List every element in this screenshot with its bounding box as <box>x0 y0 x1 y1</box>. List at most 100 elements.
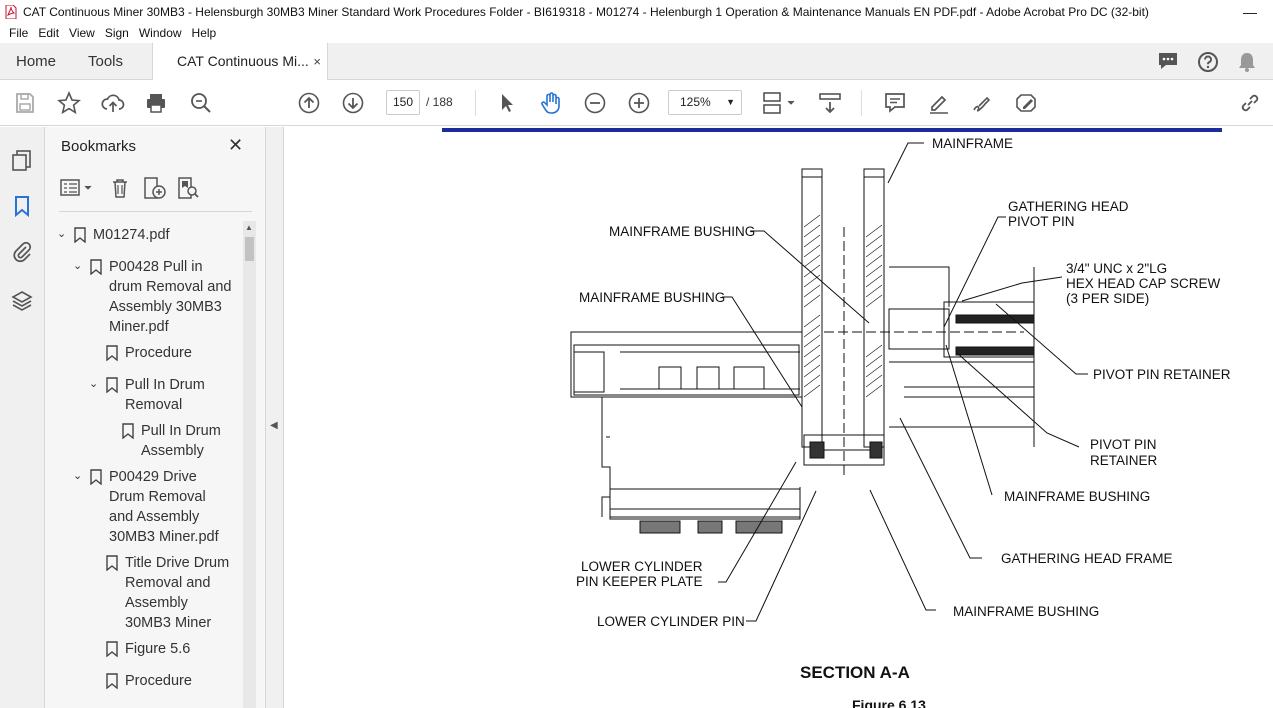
draw-sign-icon[interactable] <box>970 91 994 115</box>
save-icon[interactable] <box>13 91 37 115</box>
label-mainframe-bushing: MAINFRAME BUSHING <box>1004 489 1150 504</box>
upload-cloud-icon[interactable] <box>101 91 125 115</box>
bookmark-label: Procedure <box>125 345 192 361</box>
highlight-pen-icon[interactable] <box>927 91 951 115</box>
label-lower-cylinder-keeper: PIN KEEPER PLATE <box>576 574 703 589</box>
menu-edit[interactable]: Edit <box>33 26 64 40</box>
panel-divider <box>59 211 252 212</box>
page-layout-icon[interactable] <box>762 91 798 115</box>
label-gathering-head-pivot-pin: GATHERING HEAD <box>1008 199 1129 214</box>
left-rail <box>0 127 45 708</box>
print-icon[interactable] <box>144 91 168 115</box>
collapse-arrow-icon[interactable]: ◀ <box>270 420 278 431</box>
label-mainframe-bushing: MAINFRAME BUSHING <box>609 224 755 239</box>
bookmark-label: Title Drive Drum Removal and Assembly 30… <box>125 555 230 631</box>
find-zoom-icon[interactable] <box>189 91 213 115</box>
bookmark-options-icon[interactable] <box>59 177 95 199</box>
window-title: CAT Continuous Miner 30MB3 - Helensburgh… <box>23 4 1149 19</box>
bookmark-icon <box>106 377 118 393</box>
scroll-thumb[interactable] <box>245 237 254 261</box>
star-icon[interactable] <box>57 91 81 115</box>
label-mainframe-bushing: MAINFRAME BUSHING <box>953 604 1099 619</box>
bookmark-icon <box>90 259 102 275</box>
select-pointer-icon[interactable] <box>495 91 519 115</box>
zoom-select[interactable]: 125% ▼ <box>668 90 742 115</box>
close-panel-button[interactable]: ✕ <box>228 135 243 156</box>
bookmark-item[interactable]: ⌄ Pull In Drum Removal <box>89 375 225 415</box>
toolbar: 150 / 188 125% ▼ <box>0 80 1273 126</box>
menu-window[interactable]: Window <box>134 26 187 40</box>
page-total: / 188 <box>426 95 453 109</box>
chevron-down-icon[interactable]: ⌄ <box>73 469 89 482</box>
tab-home[interactable]: Home <box>16 43 56 80</box>
minimize-button[interactable]: — <box>1227 4 1273 20</box>
chevron-down-icon[interactable]: ⌄ <box>73 259 89 272</box>
zoom-in-icon[interactable] <box>627 91 651 115</box>
label-gathering-head-pivot-pin: PIVOT PIN <box>1008 214 1075 229</box>
bookmark-icon <box>90 469 102 485</box>
document-view[interactable]: MAINFRAME GATHERING HEAD PIVOT PIN MAINF… <box>284 127 1273 708</box>
menu-view[interactable]: View <box>64 26 100 40</box>
delete-bookmark-icon[interactable] <box>107 177 133 199</box>
bookmark-item[interactable]: Title Drive Drum Removal and Assembly 30… <box>105 553 231 633</box>
chevron-down-icon[interactable]: ⌄ <box>89 377 105 390</box>
zoom-out-icon[interactable] <box>583 91 607 115</box>
new-bookmark-icon[interactable] <box>141 176 169 200</box>
bookmark-icon <box>106 641 118 657</box>
label-pivot-pin-retainer: PIVOT PIN RETAINER <box>1093 367 1231 382</box>
bookmark-label: Pull In Drum Removal <box>125 377 205 413</box>
notification-bell-icon[interactable] <box>1237 51 1257 73</box>
header-rule <box>442 128 1222 132</box>
label-cap-screw: (3 PER SIDE) <box>1066 291 1149 306</box>
bookmark-item[interactable]: ⌄ M01274.pdf <box>57 225 213 245</box>
callout-labels: MAINFRAME GATHERING HEAD PIVOT PIN MAINF… <box>576 136 1231 708</box>
tab-close-button[interactable]: × <box>313 43 321 80</box>
bookmark-item[interactable]: Procedure <box>105 671 231 691</box>
tab-tools[interactable]: Tools <box>88 43 123 80</box>
bookmark-icon <box>106 345 118 361</box>
comment-icon[interactable] <box>1157 51 1179 71</box>
panel-collapse-handle[interactable]: ◀ <box>266 127 284 708</box>
scroll-mode-icon[interactable] <box>818 91 842 115</box>
toolbar-divider <box>861 90 862 116</box>
hand-tool-icon[interactable] <box>539 91 563 115</box>
page-thumbnails-icon[interactable] <box>10 148 34 172</box>
label-pivot-pin-retainer: RETAINER <box>1090 453 1158 468</box>
bookmark-tree: ⌄ M01274.pdf ⌄ P00428 Pull in drum Remov… <box>45 219 250 708</box>
menu-sign[interactable]: Sign <box>100 26 134 40</box>
layers-icon[interactable] <box>10 289 34 313</box>
share-link-icon[interactable] <box>1238 91 1262 115</box>
tab-document[interactable]: CAT Continuous Mi... × <box>152 43 328 80</box>
add-comment-icon[interactable] <box>883 91 907 115</box>
scroll-up-icon[interactable]: ▲ <box>245 223 253 232</box>
edit-stamp-icon[interactable] <box>1014 91 1038 115</box>
page-number-input[interactable]: 150 <box>386 90 420 115</box>
bookmark-item[interactable]: Figure 5.6 <box>105 639 231 659</box>
bookmark-icon <box>74 227 86 243</box>
bookmark-item[interactable]: Pull In Drum Assembly <box>121 421 237 461</box>
menu-bar: File Edit View Sign Window Help <box>0 23 1273 43</box>
next-page-icon[interactable] <box>341 91 365 115</box>
bookmark-item[interactable]: ⌄ P00428 Pull in drum Removal and Assemb… <box>73 257 233 337</box>
previous-page-icon[interactable] <box>297 91 321 115</box>
label-mainframe: MAINFRAME <box>932 136 1013 151</box>
label-lower-cylinder-pin: LOWER CYLINDER PIN <box>597 614 745 629</box>
label-cap-screw: HEX HEAD CAP SCREW <box>1066 276 1221 291</box>
bookmark-item[interactable]: Procedure <box>105 343 235 363</box>
bookmark-label: M01274.pdf <box>93 227 170 243</box>
bookmark-icon <box>122 423 134 439</box>
chevron-down-icon[interactable]: ⌄ <box>57 227 73 240</box>
menu-file[interactable]: File <box>4 26 33 40</box>
bookmarks-toolbar <box>59 175 203 201</box>
tab-row: Home Tools CAT Continuous Mi... × <box>0 43 1273 80</box>
help-icon[interactable] <box>1197 51 1219 73</box>
bookmark-label: P00429 Drive Drum Removal and Assembly 3… <box>109 469 219 545</box>
bookmark-item[interactable]: ⌄ P00429 Drive Drum Removal and Assembly… <box>73 467 233 547</box>
bookmarks-scrollbar[interactable]: ▲ <box>243 221 256 708</box>
chevron-down-icon: ▼ <box>726 97 735 107</box>
attachment-icon[interactable] <box>10 240 34 264</box>
menu-help[interactable]: Help <box>187 26 222 40</box>
find-bookmark-icon[interactable] <box>175 176 203 200</box>
bookmark-icon[interactable] <box>10 194 34 218</box>
bookmark-label: P00428 Pull in drum Removal and Assembly… <box>109 259 232 335</box>
